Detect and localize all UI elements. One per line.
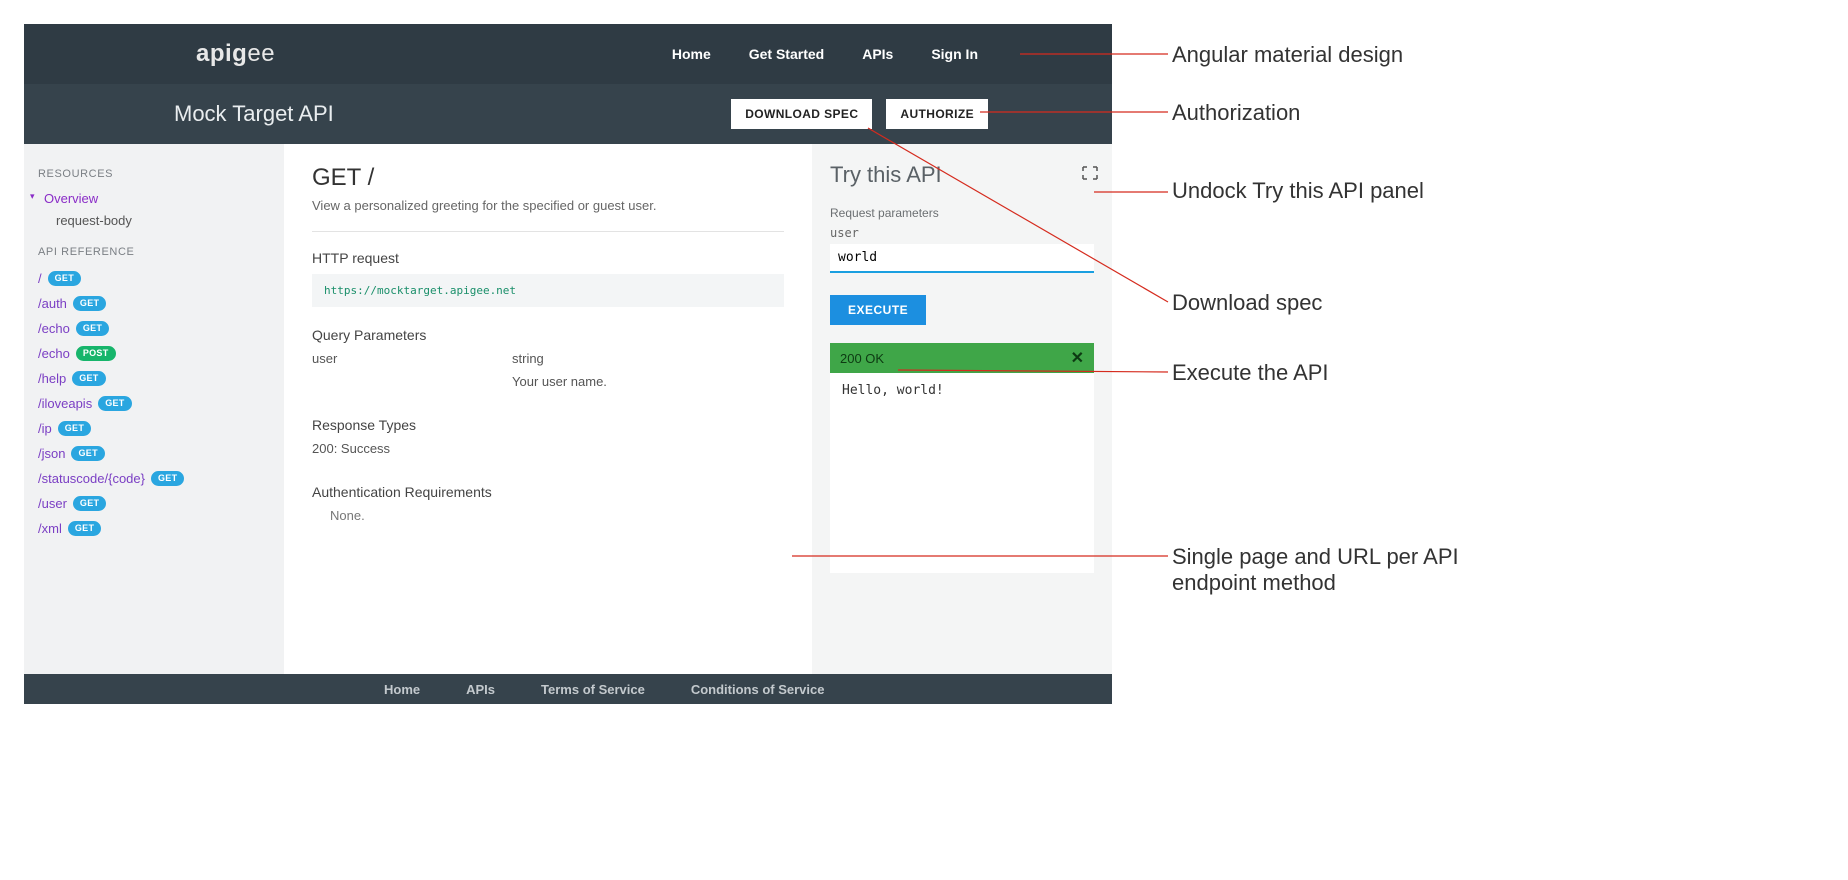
content-columns: RESOURCES Overview request-body API REFE… xyxy=(24,144,1112,674)
api-list-item[interactable]: /json GET xyxy=(38,441,272,466)
post-badge: POST xyxy=(76,346,116,361)
param-type-col: string Your user name. xyxy=(512,351,622,389)
close-icon[interactable]: ✕ xyxy=(1071,348,1084,368)
api-list-item[interactable]: /echo GET xyxy=(38,316,272,341)
nav-get-started[interactable]: Get Started xyxy=(749,46,824,62)
api-path: /auth xyxy=(38,296,67,311)
api-list-item[interactable]: /help GET xyxy=(38,366,272,391)
status-text: 200 OK xyxy=(840,351,884,366)
get-badge: GET xyxy=(71,446,104,461)
api-list-item[interactable]: /statuscode/{code} GET xyxy=(38,466,272,491)
sub-header: Mock Target API DOWNLOAD SPEC AUTHORIZE xyxy=(24,84,1112,144)
response-status-bar: 200 OK ✕ xyxy=(830,343,1094,373)
auth-req-heading: Authentication Requirements xyxy=(312,484,784,500)
request-params-label: Request parameters xyxy=(830,206,1094,220)
api-path: /help xyxy=(38,371,66,386)
footer-cos[interactable]: Conditions of Service xyxy=(691,682,825,697)
api-list-item[interactable]: /echo POST xyxy=(38,341,272,366)
get-badge: GET xyxy=(151,471,184,486)
page-title: Mock Target API xyxy=(174,101,334,127)
top-nav: apigee Home Get Started APIs Sign In xyxy=(24,24,1112,84)
download-spec-button[interactable]: DOWNLOAD SPEC xyxy=(731,99,872,129)
get-badge: GET xyxy=(72,371,105,386)
api-list-item[interactable]: /iloveapis GET xyxy=(38,391,272,416)
get-badge: GET xyxy=(68,521,101,536)
brand-light: ee xyxy=(247,40,275,67)
sidebar-request-body[interactable]: request-body xyxy=(38,209,272,232)
divider xyxy=(312,231,784,232)
annotation-undock: Undock Try this API panel xyxy=(1172,178,1452,204)
http-request-heading: HTTP request xyxy=(312,250,784,266)
api-path: / xyxy=(38,271,42,286)
nav-home[interactable]: Home xyxy=(672,46,711,62)
brand-logo: apigee xyxy=(196,40,275,68)
api-path: /iloveapis xyxy=(38,396,92,411)
api-ref-heading: API REFERENCE xyxy=(38,246,272,258)
get-badge: GET xyxy=(73,496,106,511)
resources-heading: RESOURCES xyxy=(38,168,272,180)
try-api-panel: Try this API Request parameters user EXE… xyxy=(812,144,1112,674)
app-window: apigee Home Get Started APIs Sign In Moc… xyxy=(24,24,1112,704)
api-path: /statuscode/{code} xyxy=(38,471,145,486)
subheader-actions: DOWNLOAD SPEC AUTHORIZE xyxy=(731,99,988,129)
undock-icon[interactable] xyxy=(1082,166,1098,180)
nav-links: Home Get Started APIs Sign In xyxy=(672,46,978,62)
get-badge: GET xyxy=(48,271,81,286)
footer: Home APIs Terms of Service Conditions of… xyxy=(24,674,1112,704)
api-list-item[interactable]: /auth GET xyxy=(38,291,272,316)
get-badge: GET xyxy=(73,296,106,311)
api-path: /json xyxy=(38,446,65,461)
nav-apis[interactable]: APIs xyxy=(862,46,893,62)
api-reference-list: /GET/authGET/echoGET/echoPOST/helpGET/il… xyxy=(38,266,272,541)
api-list-item[interactable]: /xml GET xyxy=(38,516,272,541)
http-request-url: https://mocktarget.apigee.net xyxy=(312,274,784,307)
api-path: /echo xyxy=(38,346,70,361)
footer-home[interactable]: Home xyxy=(384,682,420,697)
execute-button[interactable]: EXECUTE xyxy=(830,295,926,325)
param-name: user xyxy=(312,351,422,389)
nav-sign-in[interactable]: Sign In xyxy=(931,46,978,62)
api-path: /ip xyxy=(38,421,52,436)
param-desc: Your user name. xyxy=(512,374,622,389)
api-list-item[interactable]: /ip GET xyxy=(38,416,272,441)
get-badge: GET xyxy=(98,396,131,411)
user-input[interactable] xyxy=(830,244,1094,273)
annotation-execute: Execute the API xyxy=(1172,360,1329,386)
footer-apis[interactable]: APIs xyxy=(466,682,495,697)
sidebar-overview[interactable]: Overview xyxy=(38,188,272,209)
get-badge: GET xyxy=(76,321,109,336)
response-200: 200: Success xyxy=(312,441,784,456)
auth-none: None. xyxy=(330,508,784,523)
api-path: /user xyxy=(38,496,67,511)
annotation-download: Download spec xyxy=(1172,290,1322,316)
api-path: /echo xyxy=(38,321,70,336)
response-body: Hello, world! xyxy=(830,373,1094,573)
main-panel: GET / View a personalized greeting for t… xyxy=(284,144,812,674)
sidebar: RESOURCES Overview request-body API REFE… xyxy=(24,144,284,674)
get-badge: GET xyxy=(58,421,91,436)
annotation-single: Single page and URL per API endpoint met… xyxy=(1172,544,1492,596)
query-params-heading: Query Parameters xyxy=(312,327,784,343)
api-list-item[interactable]: / GET xyxy=(38,266,272,291)
param-user-label: user xyxy=(830,226,1094,240)
annotation-angular: Angular material design xyxy=(1172,42,1403,68)
api-list-item[interactable]: /user GET xyxy=(38,491,272,516)
param-type: string xyxy=(512,351,622,366)
try-api-title: Try this API xyxy=(830,162,1094,188)
authorize-button[interactable]: AUTHORIZE xyxy=(886,99,988,129)
footer-tos[interactable]: Terms of Service xyxy=(541,682,645,697)
response-types-heading: Response Types xyxy=(312,417,784,433)
brand-bold: apig xyxy=(196,40,247,67)
query-params-row: user string Your user name. xyxy=(312,351,784,389)
annotation-auth: Authorization xyxy=(1172,100,1300,126)
api-path: /xml xyxy=(38,521,62,536)
endpoint-desc: View a personalized greeting for the spe… xyxy=(312,198,784,213)
endpoint-heading: GET / xyxy=(312,164,784,192)
